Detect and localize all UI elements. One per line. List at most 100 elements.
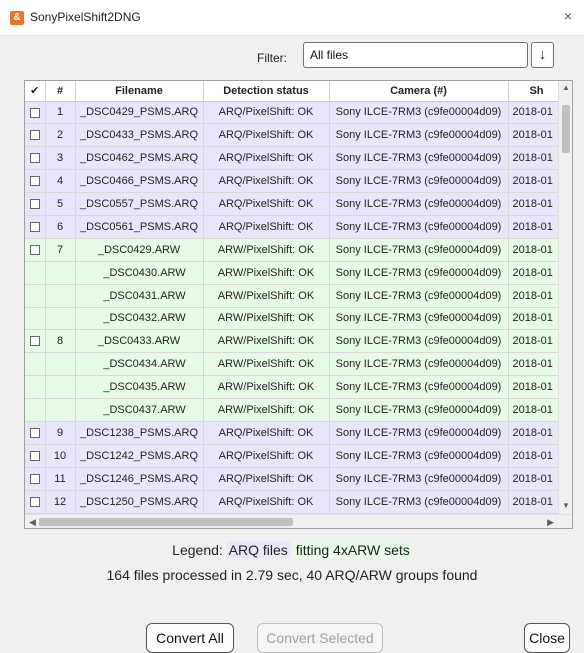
row-filename: _DSC0462_PSMS.ARQ [75, 146, 204, 171]
row-shot: 2018-01 [508, 238, 566, 262]
row-checkbox-cell [25, 284, 46, 308]
row-checkbox[interactable] [29, 176, 40, 187]
row-shot: 2018-01 [508, 398, 566, 422]
row-detection-status: ARQ/PixelShift: OK [203, 169, 330, 194]
close-icon[interactable]: × [560, 8, 576, 24]
row-camera: Sony ILCE-7RM3 (c9fe00004d09) [329, 146, 509, 171]
row-camera: Sony ILCE-7RM3 (c9fe00004d09) [329, 169, 509, 194]
row-checkbox[interactable] [29, 199, 40, 210]
row-checkbox[interactable] [29, 244, 40, 255]
table-row[interactable]: 12 _DSC1250_PSMS.ARQ ARQ/PixelShift: OK Son… [25, 490, 566, 514]
row-checkbox[interactable] [29, 450, 40, 461]
row-filename: _DSC0431.ARW [75, 284, 204, 308]
row-camera: Sony ILCE-7RM3 (c9fe00004d09) [329, 215, 509, 239]
table-row[interactable]: 5 _DSC0557_PSMS.ARQ ARQ/PixelShift: OK Sony… [25, 192, 566, 216]
row-camera: Sony ILCE-7RM3 (c9fe00004d09) [329, 261, 509, 285]
row-checkbox[interactable] [29, 428, 40, 438]
row-shot: 2018-01 [508, 467, 566, 491]
vertical-scrollbar[interactable]: ▲ ▼ [558, 81, 572, 528]
row-filename: _DSC0429.ARW [75, 238, 204, 262]
row-detection-status: ARQ/PixelShift: OK [203, 467, 330, 491]
table-row[interactable]: 7 _DSC0429.ARW ARW/PixelShift: OK Sony ILCE… [25, 238, 566, 262]
row-camera: Sony ILCE-7RM3 (c9fe00004d09) [329, 375, 509, 400]
row-checkbox-cell [25, 169, 46, 194]
table-row[interactable]: 9 _DSC1238_PSMS.ARQ ARQ/PixelShift: OK Sony… [25, 421, 566, 445]
scroll-down-icon[interactable]: ▼ [559, 501, 572, 510]
row-detection-status: ARW/PixelShift: OK [203, 398, 330, 422]
row-checkbox[interactable] [29, 153, 40, 164]
row-camera: Sony ILCE-7RM3 (c9fe00004d09) [329, 490, 509, 514]
column-header-camera[interactable]: Camera (#) [329, 81, 509, 102]
row-shot: 2018-01 [508, 261, 566, 285]
table-row[interactable]: _DSC0437.ARW ARW/PixelShift: OK Sony ILCE-… [25, 398, 566, 422]
legend: Legend: ARQ files fitting 4xARW sets [0, 542, 584, 558]
table-row[interactable]: 3 _DSC0462_PSMS.ARQ ARQ/PixelShift: OK Sony… [25, 146, 566, 171]
title-bar: & SonyPixelShift2DNG × [0, 0, 584, 36]
row-shot: 2018-01 [508, 215, 566, 239]
legend-label: Legend: [172, 542, 223, 558]
row-shot: 2018-01 [508, 307, 566, 331]
scroll-right-icon[interactable]: ▶ [547, 515, 554, 528]
row-number: 4 [45, 169, 76, 194]
horizontal-scroll-thumb[interactable] [39, 518, 293, 526]
row-number: 2 [45, 123, 76, 148]
row-filename: _DSC0432.ARW [75, 307, 204, 331]
scroll-up-icon[interactable]: ▲ [559, 83, 572, 92]
table-row[interactable]: 1 _DSC0429_PSMS.ARQ ARQ/PixelShift: OK Sony… [25, 101, 566, 125]
row-shot: 2018-01 [508, 352, 566, 377]
row-number [45, 307, 76, 331]
horizontal-scrollbar[interactable]: ◀ ▶ [25, 514, 572, 528]
row-camera: Sony ILCE-7RM3 (c9fe00004d09) [329, 192, 509, 216]
row-filename: _DSC0561_PSMS.ARQ [75, 215, 204, 239]
row-number: 12 [45, 490, 76, 514]
vertical-scroll-thumb[interactable] [562, 105, 570, 153]
filter-select[interactable]: All files [303, 42, 528, 68]
close-button[interactable]: Close [524, 623, 570, 653]
row-checkbox[interactable] [29, 107, 40, 118]
row-detection-status: ARQ/PixelShift: OK [203, 192, 330, 216]
table-row[interactable]: 8 _DSC0433.ARW ARW/PixelShift: OK Sony ILCE… [25, 329, 566, 354]
row-checkbox-cell [25, 490, 46, 514]
row-detection-status: ARW/PixelShift: OK [203, 307, 330, 331]
row-shot: 2018-01 [508, 444, 566, 468]
table-row[interactable]: _DSC0432.ARW ARW/PixelShift: OK Sony ILCE-… [25, 307, 566, 331]
table-row[interactable]: 10 _DSC1242_PSMS.ARQ ARQ/PixelShift: OK Son… [25, 444, 566, 468]
row-checkbox[interactable] [29, 336, 40, 347]
row-number: 1 [45, 101, 76, 125]
column-header-shot[interactable]: Sh [508, 81, 566, 102]
column-header-filename[interactable]: Filename [75, 81, 204, 102]
row-checkbox[interactable] [29, 130, 40, 141]
filter-dropdown-arrow-icon[interactable]: ↓ [531, 42, 554, 68]
row-filename: _DSC0429_PSMS.ARQ [75, 101, 204, 125]
row-checkbox-cell [25, 398, 46, 422]
row-camera: Sony ILCE-7RM3 (c9fe00004d09) [329, 467, 509, 491]
row-shot: 2018-01 [508, 284, 566, 308]
status-text: 164 files processed in 2.79 sec, 40 ARQ/… [106, 567, 478, 583]
column-header-checkbox[interactable]: ✔ [25, 81, 46, 102]
table-row[interactable]: _DSC0435.ARW ARW/PixelShift: OK Sony ILCE-… [25, 375, 566, 400]
row-detection-status: ARQ/PixelShift: OK [203, 123, 330, 148]
row-filename: _DSC1238_PSMS.ARQ [75, 421, 204, 445]
column-header-number[interactable]: # [45, 81, 76, 102]
row-filename: _DSC0434.ARW [75, 352, 204, 377]
row-checkbox[interactable] [29, 496, 40, 507]
convert-selected-button[interactable]: Convert Selected [257, 623, 383, 653]
row-detection-status: ARQ/PixelShift: OK [203, 146, 330, 171]
row-detection-status: ARQ/PixelShift: OK [203, 215, 330, 239]
scroll-left-icon[interactable]: ◀ [29, 515, 36, 528]
table-row[interactable]: 6 _DSC0561_PSMS.ARQ ARQ/PixelShift: OK Sony… [25, 215, 566, 239]
row-checkbox[interactable] [29, 473, 40, 484]
row-checkbox[interactable] [29, 221, 40, 232]
table-row[interactable]: 2 _DSC0433_PSMS.ARQ ARQ/PixelShift: OK Sony… [25, 123, 566, 148]
row-checkbox-cell [25, 352, 46, 377]
table-row[interactable]: _DSC0431.ARW ARW/PixelShift: OK Sony ILCE-… [25, 284, 566, 308]
table-row[interactable]: 4 _DSC0466_PSMS.ARQ ARQ/PixelShift: OK Sony… [25, 169, 566, 194]
row-detection-status: ARQ/PixelShift: OK [203, 421, 330, 445]
table-row[interactable]: _DSC0430.ARW ARW/PixelShift: OK Sony ILCE-… [25, 261, 566, 285]
convert-all-button[interactable]: Convert All [146, 623, 234, 653]
row-filename: _DSC1242_PSMS.ARQ [75, 444, 204, 468]
window-title: SonyPixelShift2DNG [30, 10, 141, 24]
column-header-detection-status[interactable]: Detection status [203, 81, 330, 102]
table-row[interactable]: 11 _DSC1246_PSMS.ARQ ARQ/PixelShift: OK Son… [25, 467, 566, 491]
table-row[interactable]: _DSC0434.ARW ARW/PixelShift: OK Sony ILCE-… [25, 352, 566, 377]
